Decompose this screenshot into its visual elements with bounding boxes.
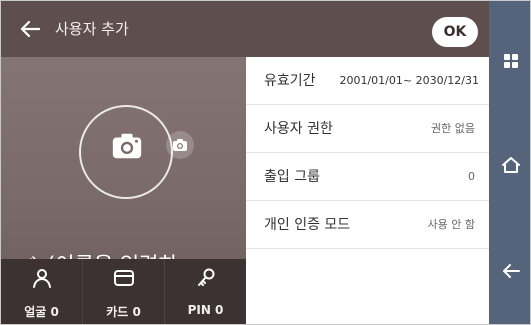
settings-row-value: 권한 없음 [431, 122, 475, 135]
settings-row-permission[interactable]: 사용자 권한 권한 없음 [246, 105, 489, 153]
menu-button[interactable] [489, 41, 530, 81]
device-screen: 사용자 추가 OK (이름을 입력하... [0, 0, 531, 325]
settings-row-validity[interactable]: 유효기간 2001/01/01~ 2030/12/31 [246, 57, 489, 105]
settings-row-value: 2001/01/01~ 2030/12/31 [339, 74, 479, 87]
home-button[interactable] [489, 145, 530, 185]
home-icon [501, 157, 520, 173]
header-bar: 사용자 추가 OK [1, 1, 489, 57]
credential-card-button[interactable]: 카드 0 [83, 259, 165, 324]
credential-pin-button[interactable]: PIN 0 [165, 259, 246, 324]
menu-grid-icon [503, 54, 518, 68]
settings-row-label: 개인 인증 모드 [264, 217, 351, 233]
ok-button[interactable]: OK [432, 17, 478, 47]
settings-list: 유효기간 2001/01/01~ 2030/12/31 사용자 권한 권한 없음… [246, 57, 489, 324]
credential-pin-label: PIN 0 [187, 303, 224, 317]
credential-card-label: 카드 0 [106, 305, 141, 319]
settings-row-label: 사용자 권한 [264, 121, 333, 137]
take-photo-button[interactable] [166, 131, 194, 159]
back-arrow-icon [502, 264, 520, 278]
person-icon [32, 269, 51, 288]
key-icon [197, 268, 214, 286]
settings-row-value: 0 [468, 170, 475, 183]
credential-bar: 얼굴 0 카드 0 PIN 0 [1, 259, 246, 324]
camera-icon [112, 133, 142, 159]
small-camera-icon [173, 139, 187, 151]
credential-face-label: 얼굴 0 [24, 305, 59, 319]
credential-face-button[interactable]: 얼굴 0 [1, 259, 83, 324]
back-button[interactable] [489, 251, 530, 291]
card-icon [113, 270, 134, 286]
profile-panel: (이름을 입력하... 3 얼굴 0 카드 0 [1, 57, 246, 324]
settings-row-label: 유효기간 [264, 73, 316, 89]
page-title: 사용자 추가 [55, 20, 129, 38]
settings-row-auth-mode[interactable]: 개인 인증 모드 사용 안 함 [246, 201, 489, 249]
settings-row-label: 출입 그룹 [264, 169, 320, 185]
right-nav-bar [489, 1, 530, 324]
settings-row-access-group[interactable]: 출입 그룹 0 [246, 153, 489, 201]
left-arrow-icon [20, 20, 40, 38]
settings-row-value: 사용 안 함 [427, 218, 475, 231]
header-back-button[interactable] [15, 15, 45, 43]
